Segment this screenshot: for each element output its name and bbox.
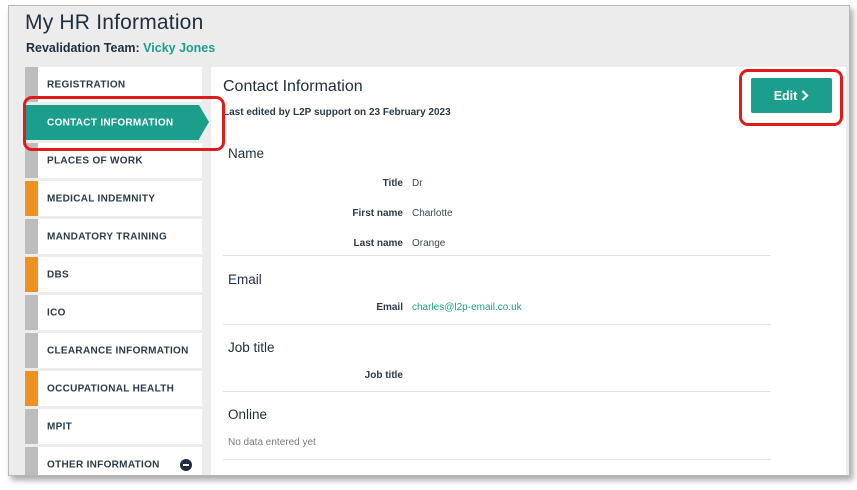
sidebar-item-dbs[interactable]: DBS <box>25 257 202 292</box>
sidebar-item-label: OCCUPATIONAL HEALTH <box>47 383 175 394</box>
status-bar <box>25 257 38 292</box>
online-section: Online No data entered yet <box>223 392 771 460</box>
status-bar <box>25 295 38 330</box>
status-bar <box>25 447 38 475</box>
field-label: First name <box>352 208 403 219</box>
sidebar-item-occupational-health[interactable]: OCCUPATIONAL HEALTH <box>25 371 202 406</box>
field-label: Last name <box>353 238 403 249</box>
job-title-section: Job title Job title <box>223 325 771 392</box>
highlight-contact-information <box>23 96 225 151</box>
contact-information-panel: Contact Information Last edited by L2P s… <box>211 67 846 475</box>
sidebar-item-label: DBS <box>47 269 70 280</box>
title-row: Title Dr <box>223 178 771 192</box>
status-bar <box>25 409 38 444</box>
last-name-row: Last name Orange <box>223 238 771 252</box>
minus-circle-icon[interactable] <box>180 458 192 471</box>
email-heading: Email <box>228 272 262 287</box>
sidebar-item-clearance-information[interactable]: CLEARANCE INFORMATION <box>25 333 202 368</box>
team-label: Revalidation Team: <box>26 41 140 55</box>
job-title-row: Job title <box>223 370 771 384</box>
field-value: Dr <box>412 178 423 189</box>
app-window: My HR Information Revalidation Team: Vic… <box>8 5 850 476</box>
status-bar <box>25 181 38 216</box>
status-bar <box>25 219 38 254</box>
sidebar-item-label: CLEARANCE INFORMATION <box>47 345 189 356</box>
last-edited-text: Last edited by L2P support on 23 Februar… <box>223 107 451 118</box>
sidebar-item-label: MANDATORY TRAINING <box>47 231 168 242</box>
first-name-row: First name Charlotte <box>223 208 771 222</box>
field-label: Email <box>376 302 403 313</box>
sidebar-item-mpit[interactable]: MPIT <box>25 409 202 444</box>
field-value: Charlotte <box>412 208 453 219</box>
sidebar-item-label: MEDICAL INDEMNITY <box>47 193 156 204</box>
email-section: Email Email charles@l2p-email.co.uk <box>223 257 771 325</box>
sidebar-item-ico[interactable]: ICO <box>25 295 202 330</box>
sidebar-item-label: PLACES OF WORK <box>47 155 143 166</box>
sidebar-item-other-information[interactable]: OTHER INFORMATION <box>25 447 202 475</box>
sidebar-item-label: ICO <box>47 307 66 318</box>
name-section: Name Title Dr First name Charlotte Last … <box>223 133 771 256</box>
field-label: Title <box>382 178 403 189</box>
team-name[interactable]: Vicky Jones <box>143 41 215 55</box>
revalidation-team: Revalidation Team: Vicky Jones <box>26 41 215 55</box>
field-value: Orange <box>412 238 446 249</box>
sidebar-item-mandatory-training[interactable]: MANDATORY TRAINING <box>25 219 202 254</box>
section-title: Contact Information <box>223 78 363 95</box>
name-heading: Name <box>228 146 265 161</box>
status-bar <box>25 333 38 368</box>
email-row: Email charles@l2p-email.co.uk <box>223 302 771 316</box>
job-title-heading: Job title <box>228 340 275 355</box>
sidebar-item-label: OTHER INFORMATION <box>47 459 160 470</box>
page-title: My HR Information <box>25 11 204 34</box>
no-data-text: No data entered yet <box>228 437 316 448</box>
online-heading: Online <box>228 407 268 422</box>
email-link[interactable]: charles@l2p-email.co.uk <box>412 302 522 313</box>
sidebar-item-label: REGISTRATION <box>47 79 126 90</box>
status-bar <box>25 371 38 406</box>
sidebar-item-label: MPIT <box>47 421 73 432</box>
highlight-edit-button <box>739 69 843 126</box>
sidebar-item-medical-indemnity[interactable]: MEDICAL INDEMNITY <box>25 181 202 216</box>
field-label: Job title <box>364 370 403 381</box>
